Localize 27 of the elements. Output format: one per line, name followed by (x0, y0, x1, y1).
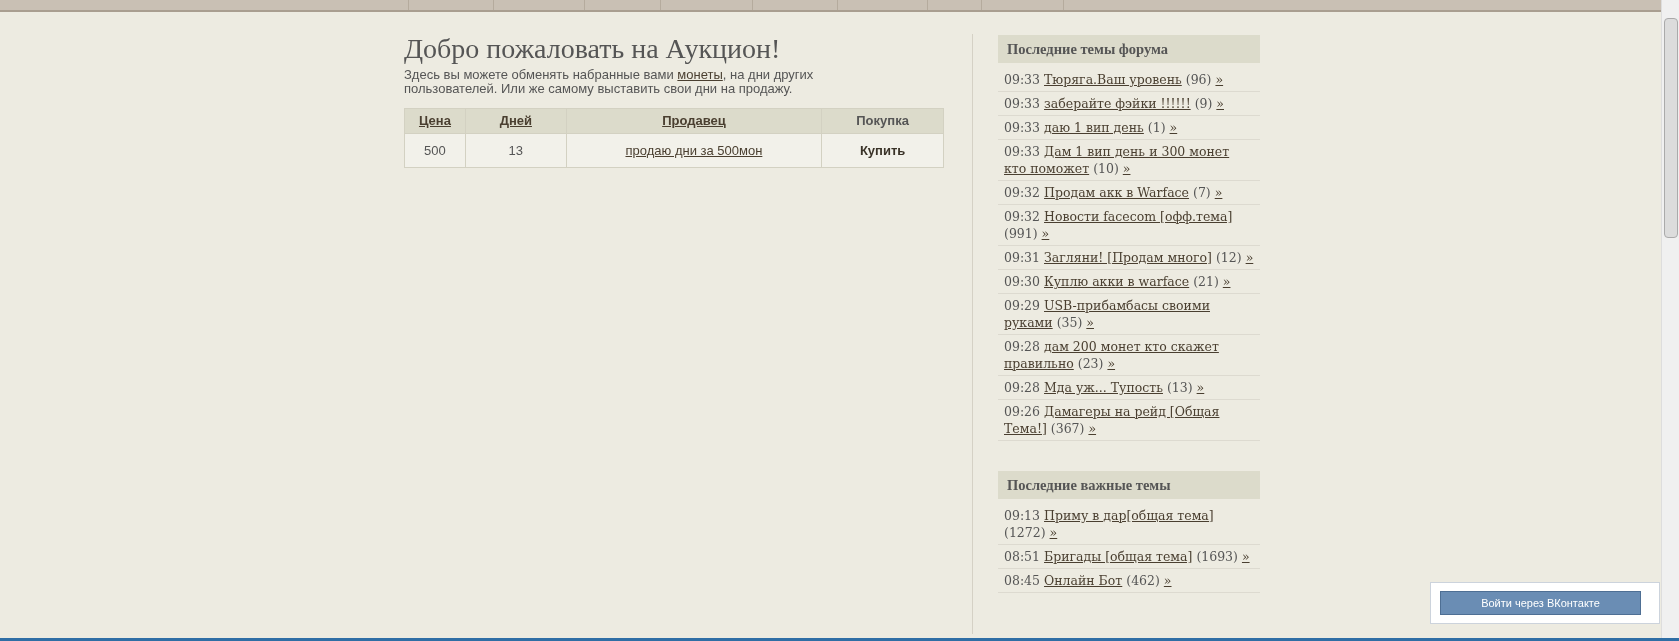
column-sort-link[interactable]: Продавец (662, 113, 726, 129)
section-heading: Последние темы форума (998, 35, 1260, 63)
intro-text: Здесь вы можете обменять набранные вами монеты, на дни других пользователей. Или же самому выставить свои дни на продажу. (404, 68, 815, 96)
topic-entry[interactable]: 09:28 Мда уж... Тупость (13) » (1004, 379, 1254, 396)
section-heading: Последние важные темы (998, 471, 1260, 499)
column-sort-link[interactable]: Дней (499, 113, 532, 129)
topic-entry[interactable]: 09:29 USB-прибамбасы своими руками (35) » (1004, 297, 1254, 331)
coins-link[interactable]: монеты (677, 67, 723, 82)
column-header: Покупка (821, 108, 944, 134)
topic-entry[interactable]: 08:45 Онлайн Бот (462) » (1004, 572, 1254, 589)
topic-entry[interactable]: 09:33 Дам 1 вип день и 300 монет кто поможет (10) » (1004, 143, 1254, 177)
topic-entry[interactable]: 09:13 Приму в дар[общая тема] (1272) » (1004, 507, 1254, 541)
topic-entry[interactable]: 09:28 дам 200 монет кто скажет правильно (23) » (1004, 338, 1254, 372)
topic-entry[interactable]: 09:33 даю 1 вип день (1) » (1004, 119, 1254, 136)
scrollbar[interactable] (1661, 0, 1679, 638)
topic-entry[interactable]: 09:26 Дамагеры на рейд [Общая Тема!] (367) » (1004, 403, 1254, 437)
price-cell: 500 (404, 133, 466, 168)
topic-entry[interactable]: 09:30 Куплю акки в warface (21) » (1004, 273, 1254, 290)
days-cell: 13 (465, 133, 567, 168)
buy-link[interactable]: Купить (859, 142, 906, 158)
topic-entry[interactable]: 09:33 Тюряга.Ваш уровень (96) » (1004, 71, 1254, 88)
topic-entry[interactable]: 09:32 Новости facecom [офф.тема] (991) » (1004, 208, 1254, 242)
topic-entry[interactable]: 08:51 Бригады [общая тема] (1693) » (1004, 548, 1254, 565)
topic-entry[interactable]: 09:33 заберайте фэйки !!!!!! (9) » (1004, 95, 1254, 112)
topic-entry[interactable]: 09:31 Загляни! [Продам много] (12) » (1004, 249, 1254, 266)
page-title: Добро пожаловать на Аукцион! (404, 34, 782, 64)
topic-entry[interactable]: 09:32 Продам акк в Warface (7) » (1004, 184, 1254, 201)
